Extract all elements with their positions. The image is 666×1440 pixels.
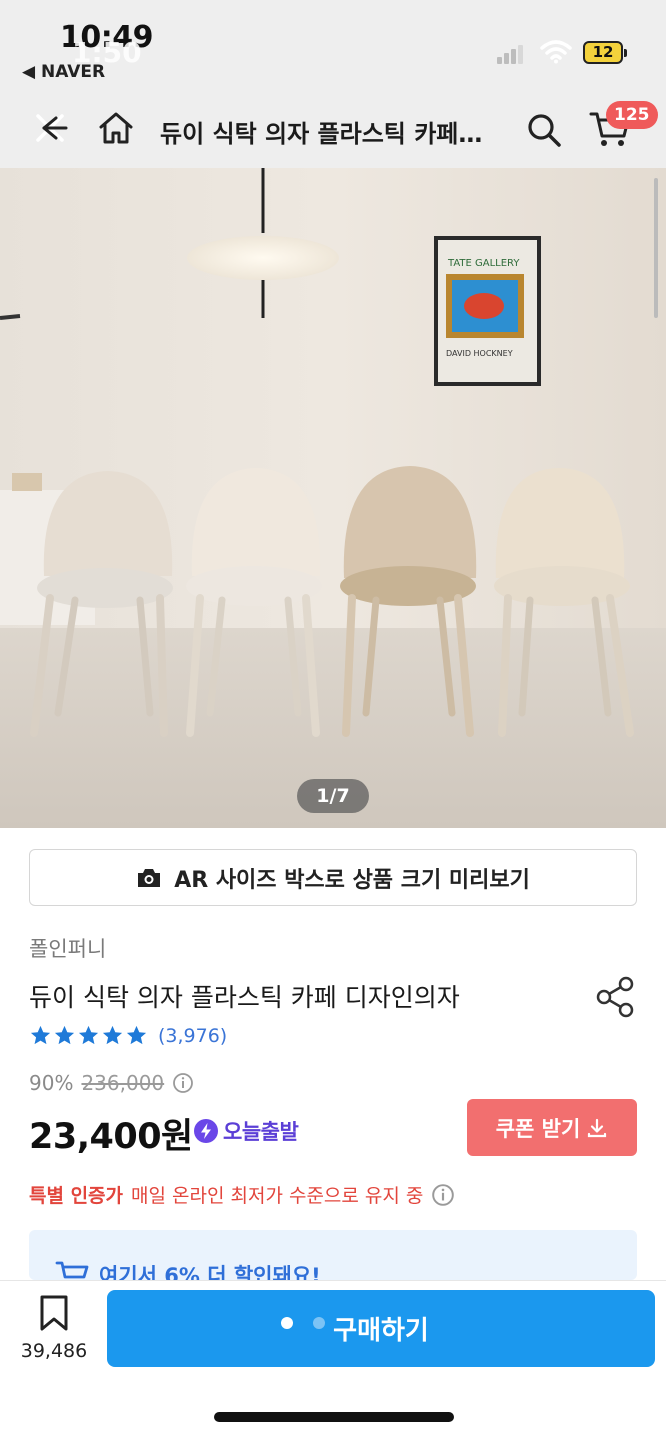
ar-button-label: AR 사이즈 박스로 상품 크기 미리보기 (174, 867, 530, 893)
today-shipping-label: 오늘출발 (223, 1120, 299, 1144)
buy-button-label: 구매하기 (333, 1316, 429, 1346)
original-price: 236,000 (81, 1071, 165, 1095)
star-icon (78, 1025, 99, 1045)
extra-discount-banner[interactable]: 여기서 6% 더 할인돼요! (29, 1230, 637, 1280)
star-icon (54, 1025, 75, 1045)
coupon-button-label: 쿠폰 받기 (495, 1116, 581, 1141)
extra-discount-text: 여기서 6% 더 할인돼요! (99, 1264, 321, 1280)
poster-title: TATE GALLERY (447, 258, 520, 269)
product-title: 듀이 식탁 의자 플라스틱 카페 디자인의자 (29, 983, 460, 1012)
star-icon (30, 1025, 51, 1045)
product-photo: TATE GALLERY DAVID HOCKNEY (0, 168, 666, 828)
share-icon[interactable] (594, 974, 638, 1020)
camera-icon (138, 868, 161, 887)
buy-button[interactable]: 구매하기 (107, 1290, 655, 1367)
ar-size-preview-button[interactable]: AR 사이즈 박스로 상품 크기 미리보기 (29, 849, 637, 906)
page-title: 듀이 식탁 의자 플라스틱 카페 디자인의자 (160, 120, 490, 148)
certification-strong: 특별 인증가 (29, 1185, 124, 1207)
back-to-naver-link[interactable]: ◀ NAVER (22, 62, 105, 82)
star-icon (102, 1025, 123, 1045)
discount-rate: 90% (29, 1071, 74, 1095)
search-icon[interactable] (524, 110, 564, 150)
poster-artist: DAVID HOCKNEY (446, 349, 513, 358)
rating[interactable]: (3,976) (29, 1024, 227, 1047)
product-image[interactable]: TATE GALLERY DAVID HOCKNEY (0, 168, 666, 828)
sale-price: 23,400원 (29, 1117, 193, 1157)
lightning-icon (194, 1119, 218, 1143)
brand-name[interactable]: 폴인퍼니 (29, 933, 106, 963)
home-icon[interactable] (96, 108, 136, 148)
bookmark-count: 39,486 (20, 1340, 88, 1362)
wifi-icon (540, 40, 572, 64)
cart-count-badge: 125 (606, 101, 658, 129)
rating-stars (29, 1024, 148, 1047)
cart-icon (55, 1261, 89, 1279)
signal-icon (497, 44, 525, 64)
certification-text: 매일 온라인 최저가 수준으로 유지 중 (131, 1185, 424, 1207)
battery-indicator: 12 (583, 41, 627, 64)
loading-dots-icon (281, 1317, 325, 1329)
today-shipping-badge: 오늘출발 (193, 1116, 299, 1146)
image-counter: 1/7 (297, 779, 369, 813)
download-icon (588, 1118, 607, 1137)
star-icon (126, 1025, 147, 1045)
coupon-download-button[interactable]: 쿠폰 받기 (467, 1099, 637, 1156)
info-icon[interactable] (172, 1072, 194, 1094)
info-icon[interactable] (431, 1183, 455, 1207)
certification-row: 특별 인증가 매일 온라인 최저가 수준으로 유지 중 (29, 1181, 455, 1208)
bookmark-icon[interactable] (38, 1294, 70, 1332)
review-count[interactable]: (3,976) (158, 1025, 227, 1047)
close-icon[interactable] (30, 108, 70, 148)
discount-row: 90% 236,000 (29, 1071, 194, 1095)
home-indicator (214, 1412, 454, 1422)
